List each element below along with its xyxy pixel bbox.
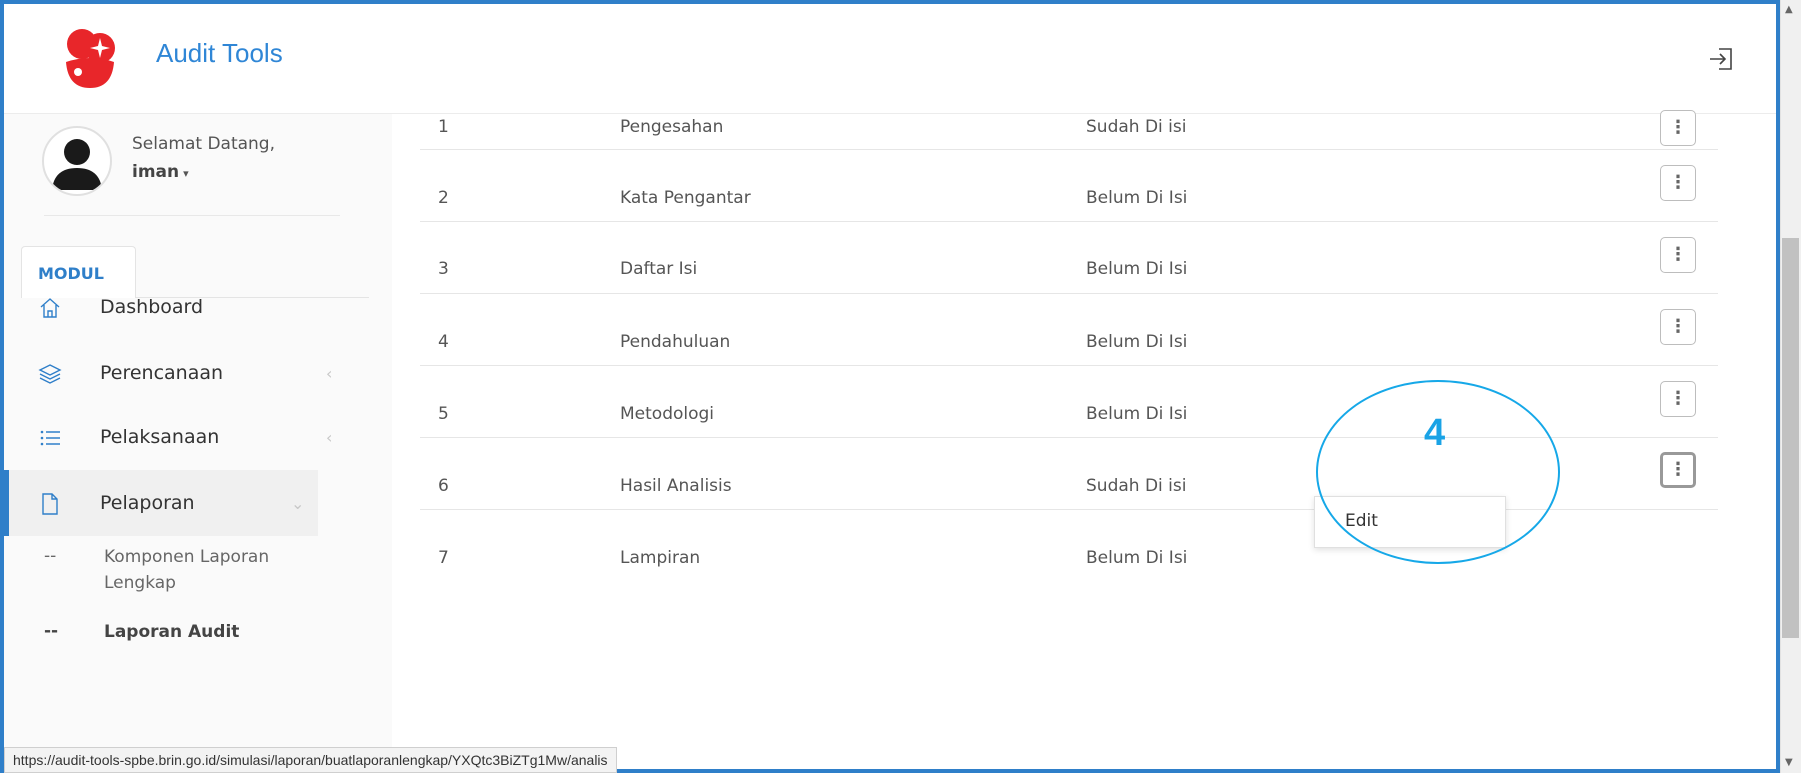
sub-item-label: Komponen Laporan Lengkap	[104, 547, 270, 593]
chevron-down-icon: ⌄	[291, 494, 305, 513]
row-actions-button[interactable]: ⋮	[1660, 309, 1696, 345]
avatar	[42, 126, 112, 196]
row-number: 3	[438, 259, 449, 279]
scrollbar-thumb[interactable]	[1782, 238, 1799, 638]
sidebar-item-label: Pelaksanaan	[100, 426, 220, 448]
sidebar: Selamat Datang, iman ▾ MODUL Dashboard Pe…	[4, 114, 392, 769]
caret-down-icon: ▾	[183, 167, 189, 180]
row-actions-button-active[interactable]: ⋮	[1660, 452, 1696, 488]
row-status: Belum Di Isi	[1086, 332, 1188, 352]
table-row: 1 Pengesahan Sudah Di isi ⋮	[420, 78, 1718, 150]
row-component-name: Metodologi	[620, 404, 715, 424]
row-status: Belum Di Isi	[1086, 404, 1188, 424]
sidebar-divider	[44, 215, 340, 216]
row-number: 1	[438, 117, 449, 137]
chevron-left-icon: ‹	[326, 364, 333, 383]
row-number: 7	[438, 548, 449, 568]
annotation-step-number: 4	[1424, 412, 1446, 454]
row-component-name: Lampiran	[620, 548, 701, 568]
app-logo-icon[interactable]	[60, 24, 120, 92]
status-bar-url: https://audit-tools-spbe.brin.go.id/simu…	[4, 747, 617, 773]
sidebar-item-pelaporan[interactable]: Pelaporan ⌄	[4, 470, 318, 536]
row-number: 6	[438, 476, 449, 496]
row-component-name: Pengesahan	[620, 117, 724, 137]
row-status: Belum Di Isi	[1086, 259, 1188, 279]
username: iman	[132, 162, 180, 182]
sidebar-item-pelaksanaan[interactable]: Pelaksanaan ‹	[4, 404, 364, 470]
sidebar-item-label: Pelaporan	[100, 492, 195, 514]
sub-item-label: Laporan Audit	[104, 622, 240, 642]
sidebar-item-label: Perencanaan	[100, 362, 224, 384]
row-actions-button[interactable]: ⋮	[1660, 237, 1696, 273]
row-component-name: Kata Pengantar	[620, 188, 751, 208]
row-component-name: Daftar Isi	[620, 259, 698, 279]
sub-item-dash: --	[44, 621, 59, 641]
layers-icon	[38, 364, 62, 384]
scroll-down-arrow-icon[interactable]: ▼	[1785, 757, 1793, 768]
file-icon	[42, 493, 58, 515]
table-row: 3 Daftar Isi Belum Di Isi ⋮	[420, 222, 1718, 294]
app-title[interactable]: Audit Tools	[156, 38, 283, 69]
sidebar-item-perencanaan[interactable]: Perencanaan ‹	[4, 340, 364, 406]
home-icon	[40, 298, 60, 318]
row-status: Belum Di Isi	[1086, 188, 1188, 208]
row-actions-button[interactable]: ⋮	[1660, 110, 1696, 146]
row-component-name: Pendahuluan	[620, 332, 731, 352]
row-status: Sudah Di isi	[1086, 117, 1187, 137]
sub-item-dash: --	[44, 546, 57, 566]
row-number: 5	[438, 404, 449, 424]
welcome-text: Selamat Datang,	[132, 134, 275, 154]
row-actions-button[interactable]: ⋮	[1660, 381, 1696, 417]
row-status: Belum Di Isi	[1086, 548, 1188, 568]
row-number: 2	[438, 188, 449, 208]
row-component-name: Hasil Analisis	[620, 476, 732, 496]
logout-icon[interactable]	[1707, 44, 1737, 74]
main-content: 1 Pengesahan Sudah Di isi ⋮ 2 Kata Penga…	[392, 110, 1776, 769]
sidebar-item-dashboard[interactable]: Dashboard	[4, 274, 364, 340]
user-avatar-icon	[52, 139, 102, 190]
list-icon	[40, 430, 60, 446]
table-row: 2 Kata Pengantar Belum Di Isi ⋮	[420, 150, 1718, 222]
scroll-up-arrow-icon[interactable]: ▲	[1785, 4, 1793, 15]
row-number: 4	[438, 332, 449, 352]
annotation-circle	[1316, 380, 1560, 564]
row-actions-button[interactable]: ⋮	[1660, 165, 1696, 201]
sidebar-item-label: Dashboard	[100, 296, 204, 318]
row-status: Sudah Di isi	[1086, 476, 1187, 496]
table-row: 4 Pendahuluan Belum Di Isi ⋮	[420, 294, 1718, 366]
chevron-left-icon: ‹	[326, 428, 333, 447]
user-menu-toggle[interactable]: iman ▾	[132, 162, 189, 182]
